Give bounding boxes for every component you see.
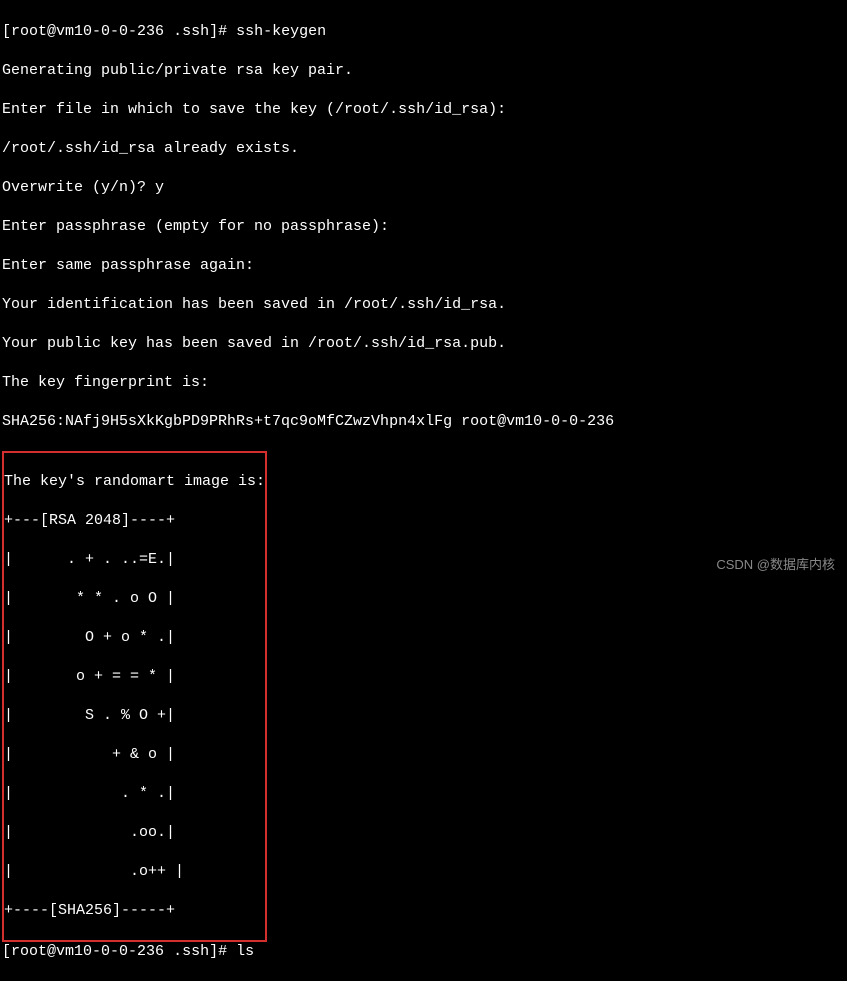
output-line: Overwrite (y/n)? y [2, 178, 845, 198]
output-line: The key fingerprint is: [2, 373, 845, 393]
prompt-line-1: [root@vm10-0-0-236 .ssh]# ssh-keygen [2, 22, 845, 42]
output-line: Your public key has been saved in /root/… [2, 334, 845, 354]
randomart-line: | .o++ | [4, 862, 265, 882]
randomart-header: The key's randomart image is: [4, 472, 265, 492]
randomart-line: | * * . o O | [4, 589, 265, 609]
command: ls [236, 943, 254, 960]
overwrite-prompt: Overwrite (y/n)? [2, 179, 155, 196]
randomart-line: | o + = = * | [4, 667, 265, 687]
prompt-line-2: [root@vm10-0-0-236 .ssh]# ls [2, 942, 845, 962]
randomart-line: | . + . ..=E.| [4, 550, 265, 570]
command: ssh-keygen [236, 23, 326, 40]
randomart-line: | + & o | [4, 745, 265, 765]
current-dir: .ssh [173, 943, 209, 960]
randomart-line: +----[SHA256]-----+ [4, 901, 265, 921]
randomart-line: +---[RSA 2048]----+ [4, 511, 265, 531]
randomart-line: | . * .| [4, 784, 265, 804]
output-line: /root/.ssh/id_rsa already exists. [2, 139, 845, 159]
user-host: root@vm10-0-0-236 [11, 943, 164, 960]
current-dir: .ssh [173, 23, 209, 40]
output-line: Your identification has been saved in /r… [2, 295, 845, 315]
output-line: Enter same passphrase again: [2, 256, 845, 276]
terminal-output[interactable]: [root@vm10-0-0-236 .ssh]# ssh-keygen Gen… [2, 2, 845, 981]
randomart-line: | S . % O +| [4, 706, 265, 726]
overwrite-input: y [155, 179, 164, 196]
output-line: Generating public/private rsa key pair. [2, 61, 845, 81]
randomart-line: | .oo.| [4, 823, 265, 843]
randomart-line: | O + o * .| [4, 628, 265, 648]
user-host: root@vm10-0-0-236 [11, 23, 164, 40]
output-line: SHA256:NAfj9H5sXkKgbPD9PRhRs+t7qc9oMfCZw… [2, 412, 845, 432]
watermark-text: CSDN @数据库内核 [716, 557, 835, 574]
output-line: Enter passphrase (empty for no passphras… [2, 217, 845, 237]
randomart-highlight-box: The key's randomart image is: +---[RSA 2… [2, 451, 267, 943]
output-line: Enter file in which to save the key (/ro… [2, 100, 845, 120]
